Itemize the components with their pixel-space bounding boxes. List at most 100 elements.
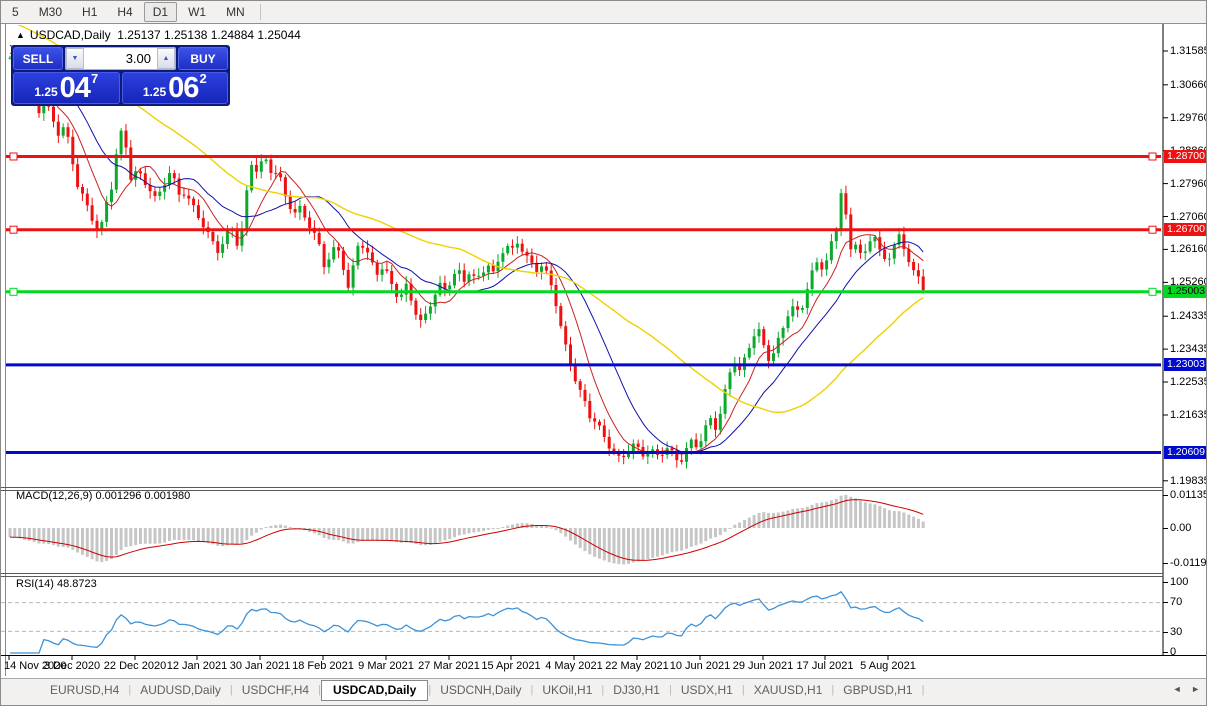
candle-body [791,306,795,317]
buy-quote-box[interactable]: 1.25 06 2 [121,71,228,104]
candle-body [279,173,283,178]
hline-handle[interactable] [9,287,18,296]
candle-body [172,173,176,179]
tab-audusd-daily[interactable]: AUDUSD,Daily [131,680,230,700]
volume-input[interactable] [84,48,157,69]
candle-body [829,241,833,261]
candle-body [341,250,345,270]
candle-body [810,270,814,289]
candle-body [201,218,205,228]
tab-ukoil-h1[interactable]: UKOil,H1 [533,680,601,700]
tab-usdchf-h4[interactable]: USDCHF,H4 [233,680,318,700]
chart-tabs-bar: EURUSD,H4 | AUDUSD,Daily | USDCHF,H4 | USDCAD,… [1,678,1206,701]
candle-body [863,251,867,253]
macd-histogram-bar [332,528,336,540]
macd-histogram-bar [279,524,283,528]
tab-dj30-h1[interactable]: DJ30,H1 [604,680,669,700]
candle-body [825,260,829,270]
tab-usdcad-daily[interactable]: USDCAD,Daily [320,679,429,701]
macd-histogram-bar [607,528,611,563]
rsi-indicator-label: RSI(14) 48.8723 [16,578,97,590]
candle-body [66,127,70,137]
hline-handle[interactable] [9,225,18,234]
candle-body [264,159,268,162]
hline-handle[interactable] [9,152,18,161]
candle-body [303,205,307,218]
volume-increase-button[interactable]: ▲ [157,48,175,69]
macd-histogram-bar [743,520,746,528]
scroll-tabs-right-icon[interactable]: ► [1191,684,1200,694]
status-strip [1,701,1206,705]
timeframe-button-5[interactable]: 5 [3,2,28,22]
moving-average-8[interactable] [9,52,924,455]
candle-body [283,177,287,197]
candle-body [762,329,766,346]
timeframe-button-W1[interactable]: W1 [179,2,215,22]
timeframe-button-MN[interactable]: MN [217,2,254,22]
sell-button[interactable]: SELL [13,47,63,70]
timeframe-button-H1[interactable]: H1 [73,2,106,22]
macd-histogram-bar [453,528,456,538]
macd-histogram-bar [665,528,669,554]
candle-body [110,189,113,203]
macd-histogram-bar [124,528,128,547]
candle-body [660,454,664,456]
chart-canvas[interactable] [1,1,1207,706]
buy-button[interactable]: BUY [178,47,228,70]
macd-histogram-bar [598,528,601,559]
macd-histogram-bar [37,528,41,544]
macd-histogram-bar [631,528,635,563]
tab-eurusd-h4[interactable]: EURUSD,H4 [41,680,128,700]
candle-body [704,425,708,442]
macd-histogram-bar [849,496,853,528]
macd-histogram-bar [796,508,800,528]
tab-gbpusd-h1[interactable]: GBPUSD,H1 [834,680,921,700]
candle-body [670,448,674,451]
macd-histogram-bar [723,528,727,532]
tab-usdx-h1[interactable]: USDX,H1 [672,680,742,700]
macd-histogram-bar [341,528,345,542]
tab-xauusd-h1[interactable]: XAUUSD,H1 [745,680,832,700]
hline-handle[interactable] [1148,152,1157,161]
macd-histogram-bar [153,528,157,544]
scroll-tabs-left-icon[interactable]: ◄ [1173,684,1182,694]
candle-body [815,262,819,271]
collapse-arrow-icon[interactable]: ▲ [16,30,25,40]
timeframe-button-H4[interactable]: H4 [108,2,141,22]
candle-body [530,255,534,263]
macd-histogram-bar [250,528,254,536]
macd-histogram-bar [467,528,471,534]
trade-panel-controls-row: SELL ▼ ▲ BUY [13,47,228,70]
moving-average-17[interactable] [9,44,924,454]
up-arrow-icon: ▲ [162,55,170,62]
macd-histogram-bar [472,528,476,533]
macd-histogram-bar [370,528,374,541]
macd-histogram-bar [738,522,742,528]
sell-quote-box[interactable]: 1.25 04 7 [13,71,120,104]
candle-body [390,271,394,284]
tab-usdcnh-daily[interactable]: USDCNH,Daily [431,680,530,700]
tab-separator: | [921,684,925,696]
candle-body [767,345,771,361]
macd-histogram-bar [602,528,606,561]
hline-handle[interactable] [1148,225,1157,234]
candle-body [399,294,403,297]
macd-histogram-bar [781,511,785,528]
candle-body [583,389,587,402]
candle-body [139,171,142,174]
macd-histogram-bar [148,528,152,544]
macd-histogram-bar [81,528,84,555]
macd-histogram-bar [110,528,113,560]
macd-histogram-bar [143,528,147,544]
candle-body [834,231,838,242]
candle-body [293,209,297,213]
timeframe-button-D1[interactable]: D1 [143,2,178,22]
hline-handle[interactable] [1148,287,1157,296]
volume-decrease-button[interactable]: ▼ [66,48,84,69]
macd-histogram-bar [786,510,790,528]
candle-body [564,326,568,345]
sell-price-pip: 7 [90,71,99,86]
timeframe-button-M30[interactable]: M30 [30,2,71,22]
macd-histogram-bar [395,528,399,543]
macd-histogram-bar [129,528,133,547]
